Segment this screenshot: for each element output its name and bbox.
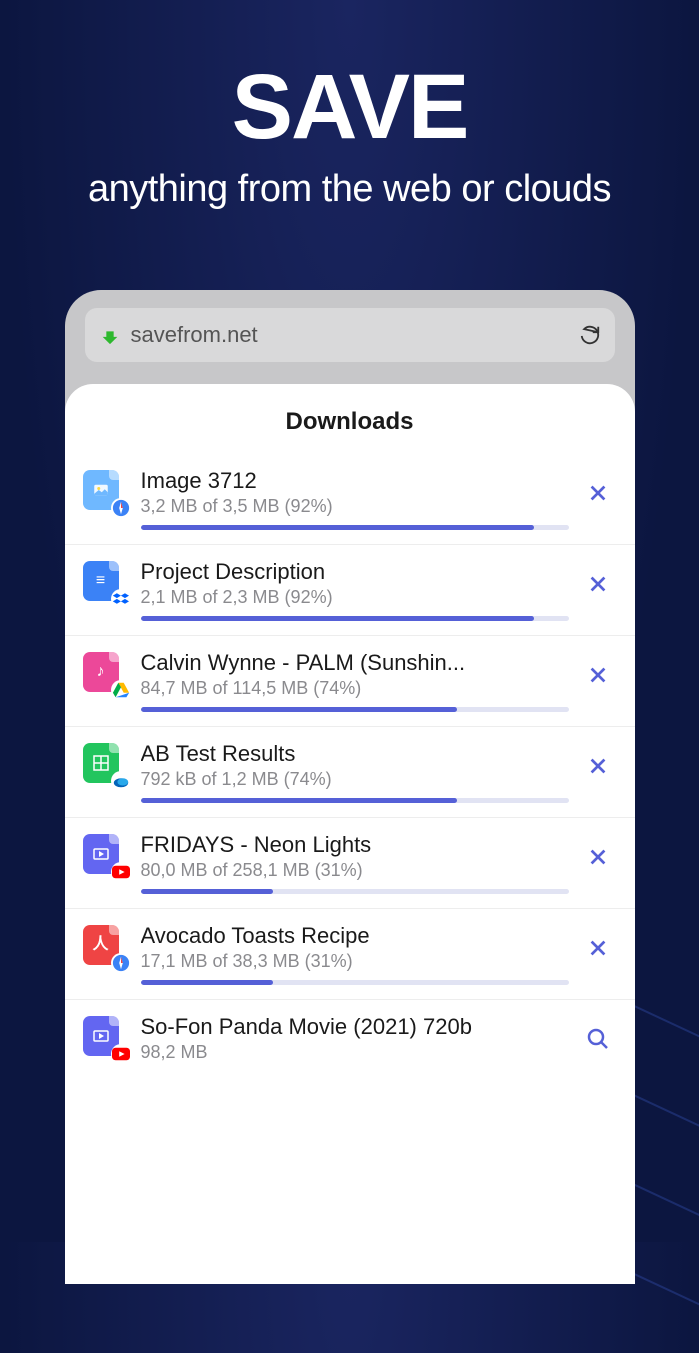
- hero-section: SAVE anything from the web or clouds: [0, 0, 699, 211]
- file-icon: [83, 743, 127, 787]
- download-arrow-icon: [99, 324, 121, 346]
- downloads-panel: Downloads Image 3712 3,2 MB of 3,5 MB (9…: [65, 384, 635, 1284]
- progress-bar: [141, 707, 569, 712]
- address-bar[interactable]: savefrom.net: [85, 308, 615, 362]
- download-status: 98,2 MB: [141, 1042, 569, 1063]
- download-title: FRIDAYS - Neon Lights: [141, 832, 569, 858]
- download-status: 2,1 MB of 2,3 MB (92%): [141, 587, 569, 608]
- download-title: Avocado Toasts Recipe: [141, 923, 569, 949]
- cancel-icon[interactable]: [587, 937, 609, 959]
- download-status: 80,0 MB of 258,1 MB (31%): [141, 860, 569, 881]
- search-icon[interactable]: [586, 1027, 610, 1051]
- cancel-button[interactable]: [583, 933, 613, 963]
- source-badge-icon: [111, 589, 131, 609]
- download-title: Project Description: [141, 559, 569, 585]
- file-icon: [83, 1016, 127, 1060]
- download-row[interactable]: 人 Avocado Toasts Recipe 17,1 MB of 38,3 …: [65, 909, 635, 1000]
- downloads-list: Image 3712 3,2 MB of 3,5 MB (92%) ≡ Proj…: [65, 454, 635, 1077]
- download-title: Calvin Wynne - PALM (Sunshin...: [141, 650, 569, 676]
- download-row[interactable]: FRIDAYS - Neon Lights 80,0 MB of 258,1 M…: [65, 818, 635, 909]
- cancel-button[interactable]: [583, 478, 613, 508]
- progress-bar: [141, 798, 569, 803]
- download-status: 792 kB of 1,2 MB (74%): [141, 769, 569, 790]
- source-badge-icon: [111, 771, 131, 791]
- cancel-icon[interactable]: [587, 573, 609, 595]
- phone-mockup: savefrom.net Downloads Image 3712 3,2 MB…: [65, 290, 635, 1284]
- cancel-button[interactable]: [583, 842, 613, 872]
- download-title: AB Test Results: [141, 741, 569, 767]
- search-button[interactable]: [583, 1024, 613, 1054]
- source-badge-icon: [111, 1044, 131, 1064]
- cancel-icon[interactable]: [587, 482, 609, 504]
- file-icon: ≡: [83, 561, 127, 605]
- download-row[interactable]: ♪ Calvin Wynne - PALM (Sunshin... 84,7 M…: [65, 636, 635, 727]
- download-row[interactable]: So-Fon Panda Movie (2021) 720b 98,2 MB: [65, 1000, 635, 1077]
- file-icon: [83, 470, 127, 514]
- progress-bar: [141, 616, 569, 621]
- file-icon: 人: [83, 925, 127, 969]
- download-status: 84,7 MB of 114,5 MB (74%): [141, 678, 569, 699]
- source-badge-icon: [111, 498, 131, 518]
- download-status: 3,2 MB of 3,5 MB (92%): [141, 496, 569, 517]
- download-row[interactable]: Image 3712 3,2 MB of 3,5 MB (92%): [65, 454, 635, 545]
- cancel-button[interactable]: [583, 569, 613, 599]
- source-badge-icon: [111, 953, 131, 973]
- download-row[interactable]: AB Test Results 792 kB of 1,2 MB (74%): [65, 727, 635, 818]
- cancel-button[interactable]: [583, 660, 613, 690]
- cancel-button[interactable]: [583, 751, 613, 781]
- cancel-icon[interactable]: [587, 846, 609, 868]
- panel-title: Downloads: [65, 408, 635, 436]
- download-status: 17,1 MB of 38,3 MB (31%): [141, 951, 569, 972]
- download-title: So-Fon Panda Movie (2021) 720b: [141, 1014, 569, 1040]
- source-badge-icon: [111, 680, 131, 700]
- download-title: Image 3712: [141, 468, 569, 494]
- cancel-icon[interactable]: [587, 664, 609, 686]
- file-icon: ♪: [83, 652, 127, 696]
- reload-icon[interactable]: [579, 324, 601, 346]
- progress-bar: [141, 525, 569, 530]
- source-badge-icon: [111, 862, 131, 882]
- progress-bar: [141, 889, 569, 894]
- progress-bar: [141, 980, 569, 985]
- hero-title: SAVE: [0, 55, 699, 160]
- url-text: savefrom.net: [131, 322, 569, 348]
- hero-subtitle: anything from the web or clouds: [0, 168, 699, 211]
- file-icon: [83, 834, 127, 878]
- cancel-icon[interactable]: [587, 755, 609, 777]
- download-row[interactable]: ≡ Project Description 2,1 MB of 2,3 MB (…: [65, 545, 635, 636]
